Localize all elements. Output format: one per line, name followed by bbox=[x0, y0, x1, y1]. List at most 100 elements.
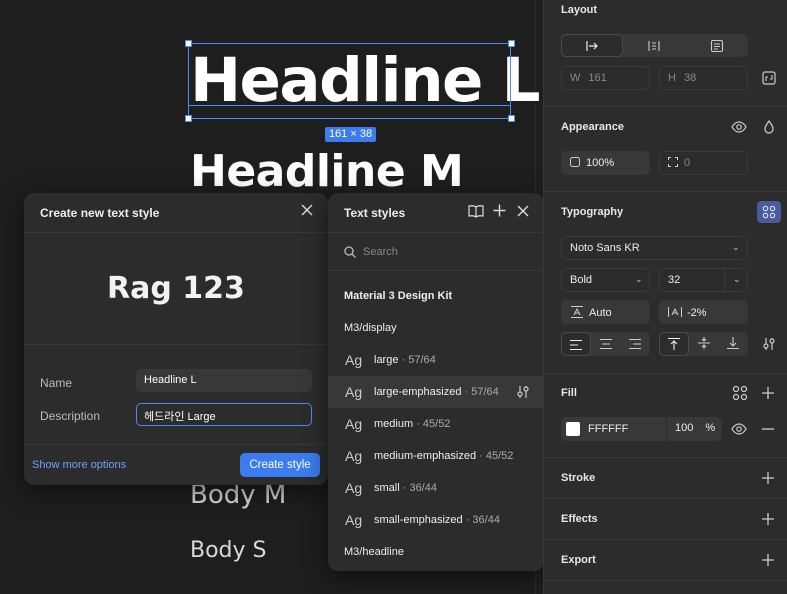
style-name: small · 36/44 bbox=[374, 482, 437, 494]
align-bottom-option[interactable] bbox=[718, 332, 748, 356]
auto-width-option[interactable] bbox=[561, 34, 623, 57]
section-divider bbox=[544, 580, 787, 581]
show-more-options-link[interactable]: Show more options bbox=[32, 459, 126, 471]
align-middle-option[interactable] bbox=[689, 332, 718, 356]
horizontal-align-control bbox=[561, 332, 650, 356]
line-height-icon bbox=[571, 306, 583, 318]
fill-color-swatch[interactable] bbox=[566, 422, 580, 436]
style-row-large[interactable]: Ag large · 57/64 bbox=[328, 344, 544, 376]
style-row-small-emphasized[interactable]: Ag small-emphasized · 36/44 bbox=[328, 504, 544, 536]
style-name: large-emphasized · 57/64 bbox=[374, 386, 499, 398]
corner-radius-icon bbox=[668, 157, 678, 167]
section-divider bbox=[544, 457, 787, 458]
font-family-select[interactable]: Noto Sans KR bbox=[561, 236, 748, 260]
style-row-medium[interactable]: Ag medium · 45/52 bbox=[328, 408, 544, 440]
resize-handle-top-right[interactable] bbox=[508, 40, 515, 47]
eye-icon[interactable] bbox=[731, 119, 747, 135]
chevron-down-icon: ⌄ bbox=[635, 274, 643, 284]
fixed-size-option[interactable] bbox=[685, 34, 748, 57]
description-label: Description bbox=[40, 409, 101, 423]
book-icon bbox=[468, 205, 484, 218]
resize-handle-bottom-right[interactable] bbox=[508, 115, 515, 122]
corner-radius-input[interactable]: 0 bbox=[659, 151, 748, 175]
section-divider bbox=[544, 539, 787, 540]
add-fill-icon[interactable] bbox=[761, 386, 775, 400]
canvas-text-body-s[interactable]: Body S bbox=[190, 538, 267, 563]
text-styles-header: Text styles bbox=[328, 193, 544, 233]
width-input[interactable]: W 161 bbox=[561, 66, 650, 90]
canvas-text-headline-m[interactable]: Headline M bbox=[190, 145, 464, 199]
dialog-footer-divider bbox=[24, 444, 328, 445]
close-icon bbox=[301, 204, 313, 216]
style-name: small-emphasized · 36/44 bbox=[374, 514, 500, 526]
style-sample: Ag bbox=[345, 384, 363, 400]
export-section-title: Export bbox=[561, 554, 596, 566]
blend-mode-icon[interactable] bbox=[761, 119, 777, 135]
style-sample: Ag bbox=[345, 352, 363, 368]
align-top-option[interactable] bbox=[659, 332, 689, 356]
align-middle-icon bbox=[697, 337, 710, 349]
style-name: medium-emphasized · 45/52 bbox=[374, 450, 514, 462]
style-preview: Rag 123 bbox=[24, 233, 328, 345]
library-name: Material 3 Design Kit bbox=[344, 290, 453, 302]
library-button[interactable] bbox=[467, 204, 485, 222]
add-export-icon[interactable] bbox=[761, 553, 775, 567]
eye-icon[interactable] bbox=[731, 421, 747, 437]
auto-width-icon bbox=[586, 41, 598, 51]
opacity-input[interactable]: 100% bbox=[561, 151, 650, 175]
align-left-option[interactable] bbox=[561, 332, 591, 356]
description-field[interactable]: 헤드라인 Large bbox=[136, 403, 312, 426]
letter-spacing-icon bbox=[668, 307, 682, 317]
resize-handle-top-left[interactable] bbox=[185, 40, 192, 47]
letter-spacing-input[interactable]: -2% bbox=[659, 300, 748, 324]
type-settings-icon[interactable] bbox=[761, 336, 777, 352]
close-dialog-button[interactable] bbox=[298, 203, 316, 221]
create-text-style-dialog: Create new text style Rag 123 Name Headl… bbox=[24, 193, 328, 485]
layout-section-title: Layout bbox=[561, 4, 598, 16]
style-sample: Ag bbox=[345, 416, 363, 432]
preview-text: Rag 123 bbox=[107, 271, 245, 306]
style-search[interactable]: Search bbox=[328, 233, 544, 271]
name-label: Name bbox=[40, 376, 73, 390]
group-m3-headline[interactable]: M3/headline bbox=[344, 546, 404, 558]
chevron-down-icon[interactable]: ⌄ bbox=[733, 274, 741, 285]
style-row-large-emphasized[interactable]: Ag large-emphasized · 57/64 bbox=[328, 376, 544, 408]
resize-handle-bottom-left[interactable] bbox=[185, 115, 192, 122]
group-m3-display[interactable]: M3/display bbox=[344, 322, 397, 334]
effects-section-title: Effects bbox=[561, 513, 598, 525]
plus-icon bbox=[493, 204, 505, 217]
add-style-button[interactable] bbox=[490, 204, 508, 222]
search-input[interactable]: Search bbox=[363, 246, 398, 258]
selection-box[interactable] bbox=[188, 43, 511, 119]
align-left-icon bbox=[570, 339, 582, 351]
constrain-proportions-icon[interactable] bbox=[761, 70, 777, 86]
auto-height-icon bbox=[648, 41, 660, 51]
properties-sidebar: Layout W 161 H 38 Appearance 100% 0 Typogr… bbox=[543, 0, 787, 594]
align-center-option[interactable] bbox=[591, 332, 620, 356]
auto-height-option[interactable] bbox=[623, 34, 685, 57]
section-divider bbox=[544, 106, 787, 107]
close-panel-button[interactable] bbox=[514, 204, 532, 222]
fill-opacity-input[interactable]: 100% bbox=[675, 422, 715, 434]
style-library-button[interactable] bbox=[757, 201, 781, 223]
edit-style-icon[interactable] bbox=[515, 384, 531, 400]
vertical-align-control bbox=[659, 332, 748, 356]
height-input[interactable]: H 38 bbox=[659, 66, 748, 90]
style-row-medium-emphasized[interactable]: Ag medium-emphasized · 45/52 bbox=[328, 440, 544, 472]
style-sample: Ag bbox=[345, 448, 363, 464]
add-stroke-icon[interactable] bbox=[761, 471, 775, 485]
styles-grid-icon bbox=[762, 205, 776, 219]
style-name: large · 57/64 bbox=[374, 354, 436, 366]
input-divider bbox=[724, 268, 725, 292]
remove-fill-icon[interactable] bbox=[761, 422, 775, 436]
align-top-icon bbox=[668, 337, 680, 350]
stroke-section-title: Stroke bbox=[561, 472, 596, 484]
line-height-input[interactable]: Auto bbox=[561, 300, 650, 324]
search-icon bbox=[344, 246, 356, 258]
name-field[interactable]: Headline L bbox=[136, 369, 312, 392]
align-right-option[interactable] bbox=[620, 332, 650, 356]
add-effect-icon[interactable] bbox=[761, 512, 775, 526]
styles-grid-icon[interactable] bbox=[732, 385, 748, 401]
style-row-small[interactable]: Ag small · 36/44 bbox=[328, 472, 544, 504]
create-style-button[interactable]: Create style bbox=[240, 453, 320, 477]
